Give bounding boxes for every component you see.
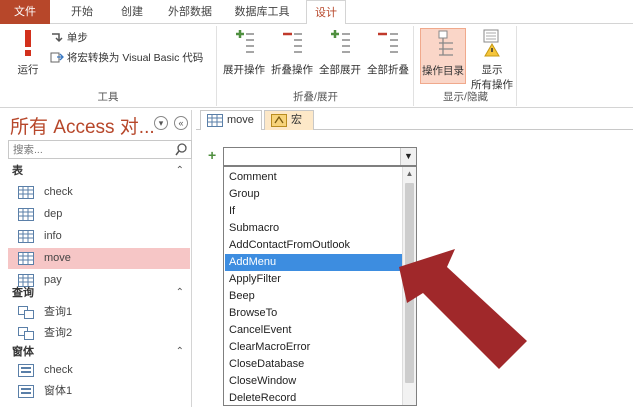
nav-item-table[interactable]: check (8, 182, 190, 203)
table-icon (18, 186, 34, 199)
tab-create[interactable]: 创建 (112, 0, 152, 24)
chevron-down-icon[interactable]: ▼ (400, 148, 416, 165)
doc-tab-macro3[interactable]: 宏3 (264, 110, 314, 145)
nav-collapse-button[interactable]: « (174, 116, 188, 130)
list-item[interactable]: CloseDatabase (225, 356, 402, 373)
chevron-up-icon: ⌃ (175, 287, 184, 298)
convert-to-vba-button[interactable]: 将宏转换为 Visual Basic 代码 (50, 50, 203, 65)
show-hide-group-label: 显示/隐藏 (443, 91, 488, 103)
table-icon (207, 114, 223, 127)
collapse-expand-group-label: 折叠/展开 (293, 91, 338, 103)
nav-item-table[interactable]: dep (8, 204, 190, 225)
list-item[interactable]: AddContactFromOutlook (225, 237, 402, 254)
run-icon (25, 30, 31, 56)
tab-database-tools[interactable]: 数据库工具 (226, 0, 298, 24)
collapse-all-icon (378, 32, 398, 53)
query-icon (18, 306, 34, 319)
nav-search-input[interactable] (9, 141, 169, 158)
collapse-all-button[interactable]: 全部折叠 (364, 28, 412, 77)
nav-item-form[interactable]: check (8, 360, 190, 381)
collapse-expand-group: 展开操作 折叠操作 全部展开 全部折叠 折叠/展开 (218, 26, 414, 106)
table-icon (18, 230, 34, 243)
query-icon (18, 327, 34, 340)
list-item[interactable]: Beep (225, 288, 402, 305)
collapse-icon (283, 32, 302, 53)
list-item[interactable]: BrowseTo (225, 305, 402, 322)
table-icon (18, 208, 34, 221)
run-button[interactable]: 运行 (8, 28, 48, 77)
nav-section-queries[interactable]: 查询 ⌃ (8, 284, 192, 302)
expand-icon (236, 30, 254, 53)
nav-item-table-selected[interactable]: move (8, 248, 190, 269)
chevron-up-icon: ⌃ (175, 346, 184, 357)
tab-home[interactable]: 开始 (62, 0, 102, 24)
form-icon (18, 385, 34, 398)
list-item[interactable]: ClearMacroError (225, 339, 402, 356)
list-item[interactable]: ApplyFilter (225, 271, 402, 288)
tab-external-data[interactable]: 外部数据 (162, 0, 218, 24)
action-catalog-icon (438, 30, 453, 56)
ribbon-tab-bar: 文件 开始 创建 外部数据 数据库工具 设计 (0, 0, 633, 25)
macro-icon (271, 114, 287, 127)
convert-icon (50, 52, 64, 63)
nav-search-box (8, 140, 192, 159)
annotation-arrow-icon (399, 249, 527, 369)
list-item[interactable]: Comment (225, 169, 402, 186)
ribbon: 运行 单步 将宏转换为 Visual Basic 代码 工具 展开操作 折叠操作… (0, 24, 633, 108)
action-dropdown-list: Comment Group If Submacro AddContactFrom… (223, 166, 417, 406)
list-item[interactable]: Submacro (225, 220, 402, 237)
document-tabs: move 宏3 (196, 110, 633, 145)
scroll-up-icon[interactable]: ▲ (403, 167, 416, 181)
list-item[interactable]: DeleteRecord (225, 390, 402, 405)
expand-all-icon (331, 30, 350, 53)
add-new-action-combobox[interactable]: ▼ (223, 147, 417, 166)
nav-section-forms[interactable]: 窗体 ⌃ (8, 343, 192, 361)
nav-item-query[interactable]: 查询2 (8, 323, 190, 344)
nav-item-table[interactable]: info (8, 226, 190, 247)
nav-pane-title[interactable]: 所有 Access 对... (10, 112, 155, 139)
expand-actions-button[interactable]: 展开操作 (220, 28, 268, 77)
tools-group: 运行 单步 将宏转换为 Visual Basic 代码 工具 (0, 26, 217, 106)
action-catalog-button[interactable]: 操作目录 (420, 28, 466, 84)
table-icon (18, 252, 34, 265)
step-icon (52, 33, 63, 43)
list-item[interactable]: If (225, 203, 402, 220)
list-item[interactable]: CloseWindow (225, 373, 402, 390)
search-icon[interactable] (174, 142, 189, 157)
show-hide-group: 操作目录 显示 所有操作 显示/隐藏 (415, 26, 517, 106)
doc-tab-move[interactable]: move (200, 110, 262, 130)
nav-section-tables[interactable]: 表 ⌃ (8, 162, 192, 180)
tools-group-label: 工具 (97, 91, 119, 103)
form-icon (18, 364, 34, 377)
expand-all-button[interactable]: 全部展开 (316, 28, 364, 77)
add-action-plus-icon: + (208, 147, 217, 163)
step-button[interactable]: 单步 (50, 30, 88, 45)
navigation-pane: 所有 Access 对... ▾ « 表 ⌃ check dep info mo… (2, 110, 192, 407)
show-all-actions-button[interactable]: 显示 所有操作 (469, 28, 515, 92)
nav-menu-button[interactable]: ▾ (154, 116, 168, 130)
nav-item-query[interactable]: 查询1 (8, 302, 190, 323)
tab-design[interactable]: 设计 (306, 0, 346, 25)
collapse-actions-button[interactable]: 折叠操作 (268, 28, 316, 77)
chevron-up-icon: ⌃ (175, 165, 184, 176)
show-all-actions-icon (483, 29, 500, 57)
list-item-highlighted[interactable]: AddMenu (225, 254, 402, 271)
list-item[interactable]: CancelEvent (225, 322, 402, 339)
nav-item-form[interactable]: 窗体1 (8, 381, 190, 402)
tab-file[interactable]: 文件 (0, 0, 50, 24)
list-item[interactable]: Group (225, 186, 402, 203)
